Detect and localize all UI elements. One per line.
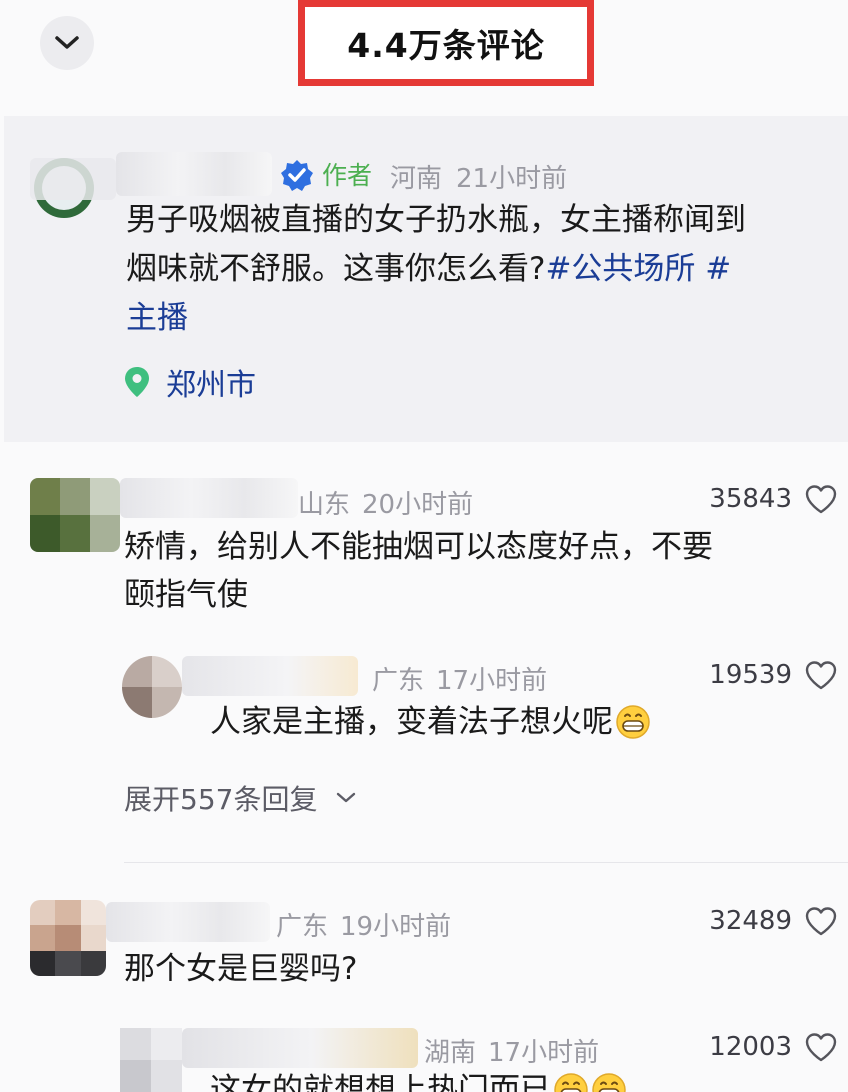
commenter-name[interactable] xyxy=(106,902,270,942)
post-text-line2: 烟味就不舒服。这事你怎么看? xyxy=(126,251,546,287)
expand-replies-button[interactable]: 展开557条回复 xyxy=(124,778,357,818)
reply-text-row: 人家是主播，变着法子想火呢 xyxy=(210,698,651,746)
commenter-name[interactable] xyxy=(120,478,298,518)
author-name-blurred[interactable] xyxy=(30,158,116,200)
like-count: 35843 xyxy=(709,484,792,514)
post-text: 男子吸烟被直播的女子扔水瓶，女主播称闻到 烟味就不舒服。这事你怎么看?#公共场所… xyxy=(126,196,846,343)
reply-location: 广东 xyxy=(372,666,425,696)
hashtag-public-place[interactable]: #公共场所 xyxy=(545,251,695,287)
collapse-button[interactable] xyxy=(40,16,94,70)
reply-time: 17小时前 xyxy=(488,1038,600,1068)
comment-text-line1: 矫情，给别人不能抽烟可以态度好点，不要 xyxy=(124,529,713,565)
heart-outline-icon[interactable] xyxy=(804,484,838,514)
chevron-down-icon xyxy=(337,792,356,803)
comment-location: 广东 xyxy=(276,912,329,942)
reply-avatar[interactable] xyxy=(120,1028,182,1092)
reply-like-count: 12003 xyxy=(709,1032,792,1062)
grinning-emoji-icon xyxy=(616,705,650,739)
comment-time: 19小时前 xyxy=(340,912,452,942)
reply-text: 这女的就想想上热门而已 xyxy=(210,1072,551,1092)
grinning-emoji-icon xyxy=(554,1073,588,1092)
reply-name[interactable] xyxy=(182,656,358,696)
heart-outline-icon[interactable] xyxy=(804,906,838,936)
post-time: 21小时前 xyxy=(456,164,568,194)
comment-text: 矫情，给别人不能抽烟可以态度好点，不要 颐指气使 xyxy=(124,523,713,619)
grinning-emoji-icon xyxy=(592,1073,626,1092)
author-name[interactable] xyxy=(116,152,272,196)
commenter-avatar[interactable] xyxy=(30,900,106,976)
hashtag-anchor-start[interactable]: # xyxy=(705,251,731,287)
author-badge: 作者 xyxy=(322,161,373,190)
verified-badge-icon xyxy=(281,160,313,191)
reply-name[interactable] xyxy=(182,1028,418,1068)
reply-location: 湖南 xyxy=(424,1038,477,1068)
heart-outline-icon[interactable] xyxy=(804,1032,838,1062)
reply-text: 人家是主播，变着法子想火呢 xyxy=(210,704,613,740)
hashtag-anchor[interactable]: 主播 xyxy=(126,300,188,336)
expand-replies-label: 展开557条回复 xyxy=(124,783,318,816)
comment-text: 那个女是巨婴吗? xyxy=(124,951,358,987)
chevron-down-icon xyxy=(55,36,79,49)
comment-time: 20小时前 xyxy=(362,490,474,520)
reply-time: 17小时前 xyxy=(436,666,548,696)
comment-location: 山东 xyxy=(298,490,351,520)
heart-outline-icon[interactable] xyxy=(804,660,838,690)
comment-count-title: 4.4万条评论 xyxy=(347,26,545,65)
reply-text-row: 这女的就想想上热门而已 xyxy=(210,1066,627,1092)
commenter-avatar[interactable] xyxy=(30,478,120,552)
comment-text-line2: 颐指气使 xyxy=(124,577,248,613)
like-count: 32489 xyxy=(709,906,792,936)
comment-divider xyxy=(124,862,848,863)
comment-count-highlight: 4.4万条评论 xyxy=(298,0,594,86)
post-place-name: 郑州市 xyxy=(166,368,256,403)
reply-like-count: 19539 xyxy=(709,660,792,690)
post-place[interactable]: 郑州市 xyxy=(124,360,256,404)
location-pin-icon xyxy=(125,367,149,397)
post-location: 河南 xyxy=(390,164,443,194)
reply-avatar[interactable] xyxy=(122,656,182,718)
post-text-line1: 男子吸烟被直播的女子扔水瓶，女主播称闻到 xyxy=(126,202,746,238)
